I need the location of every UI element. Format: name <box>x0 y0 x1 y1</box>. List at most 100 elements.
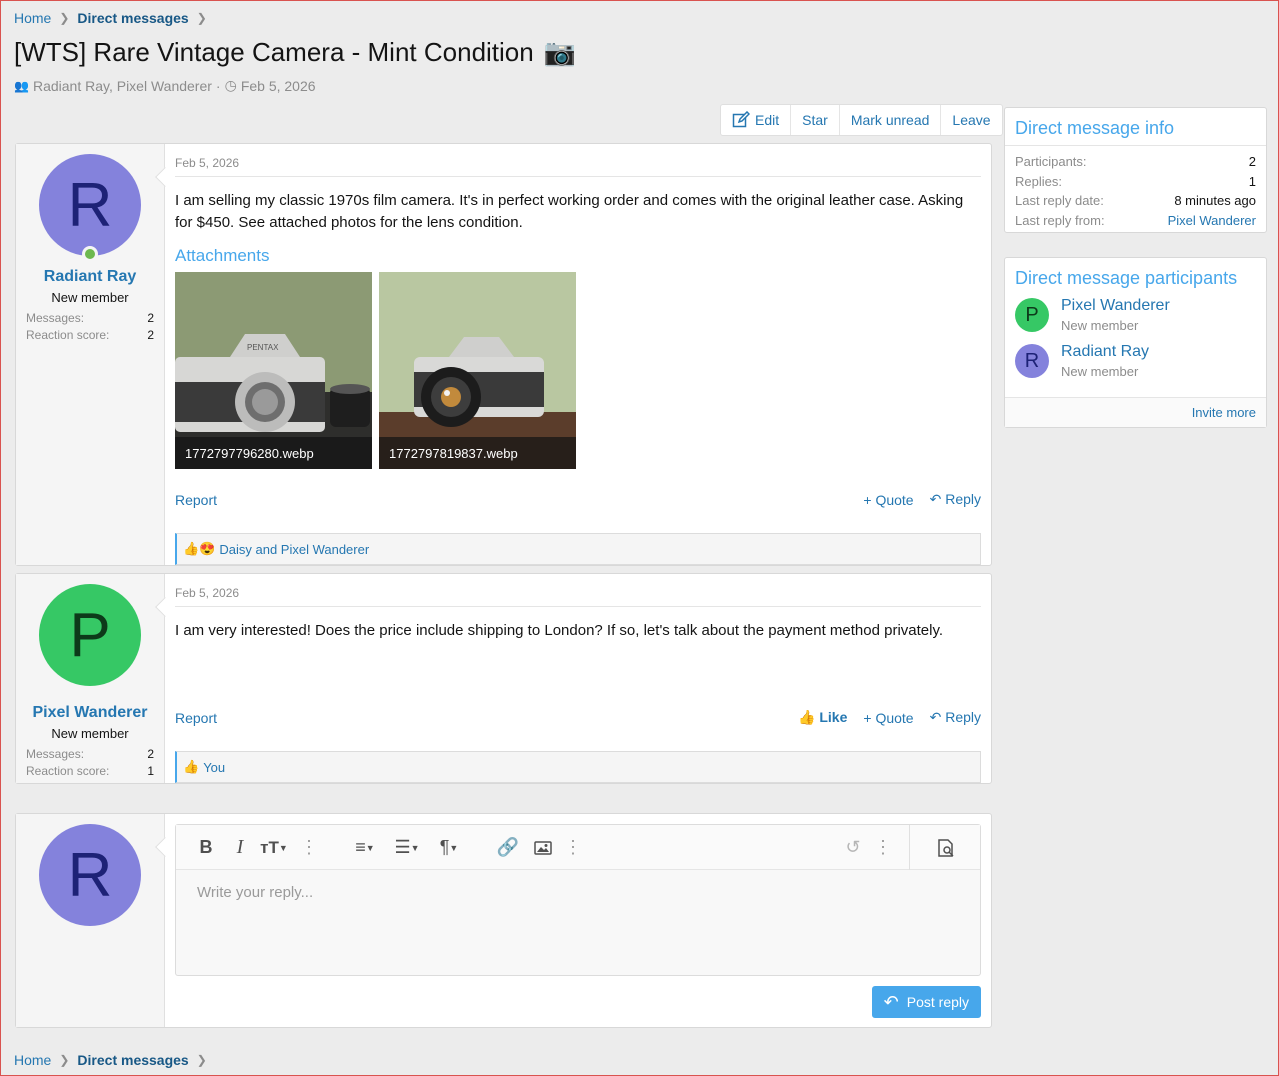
participant-name[interactable]: Pixel Wanderer <box>1061 297 1170 315</box>
user-title: New member <box>51 290 129 305</box>
info-row: Participants: 2 <box>1015 154 1256 169</box>
report-link[interactable]: Report <box>175 710 217 726</box>
star-button[interactable]: Star <box>790 105 839 135</box>
breadcrumb-direct-messages[interactable]: Direct messages <box>77 10 188 26</box>
participant-item: P Pixel Wanderer New member <box>1005 297 1266 333</box>
dm-participants-block: Direct message participants P Pixel Wand… <box>1004 257 1267 428</box>
user-stats: Messages: 2 Reaction score: 1 <box>26 747 154 778</box>
message-body: I am very interested! Does the price inc… <box>175 622 944 639</box>
thread-date: Feb 5, 2026 <box>240 77 316 94</box>
last-reply-user-link[interactable]: Pixel Wanderer <box>1168 211 1256 231</box>
message-user-cell: R Radiant Ray New member Messages: 2 Reac… <box>16 144 175 565</box>
edit-icon <box>732 111 750 128</box>
info-row: Last reply from: Pixel Wanderer <box>1005 211 1266 231</box>
reply-icon: ↶ <box>883 991 899 1012</box>
invite-more-link[interactable]: Invite more <box>1192 405 1256 420</box>
message-date[interactable]: Feb 5, 2026 <box>175 156 981 177</box>
thread-participants: Radiant Ray, Pixel Wanderer <box>32 77 212 94</box>
reply-editor: B I тT ▼ ⋮ ≡ ▼ ☰ ▼ ¶ ▼ 🔗 ⋮ ↺ ⋮ Write your r <box>175 824 981 976</box>
link-icon[interactable]: 🔗 <box>496 825 520 870</box>
thread-actions: Edit Star Mark unread Leave <box>720 104 1003 136</box>
camera-emoji: 📷 <box>543 37 577 67</box>
dm-info-title: Direct message info <box>1005 108 1266 146</box>
avatar: R <box>39 824 141 926</box>
page-title: [WTS] Rare Vintage Camera - Mint Conditi… <box>14 37 576 68</box>
like-button[interactable]: 👍 Like <box>798 709 847 726</box>
chevron-right-icon: ❯ <box>196 1053 207 1067</box>
thread-title: [WTS] Rare Vintage Camera - Mint Conditi… <box>14 37 534 67</box>
username[interactable]: Pixel Wanderer <box>16 704 164 722</box>
more-vertical-icon[interactable]: ⋮ <box>564 825 582 870</box>
reply-icon: ↶ <box>929 491 946 507</box>
breadcrumb-direct-messages[interactable]: Direct messages <box>77 1052 188 1068</box>
chevron-right-icon: ❯ <box>59 1053 70 1067</box>
clock-icon: ◷ <box>224 77 237 93</box>
mark-unread-button[interactable]: Mark unread <box>838 105 941 135</box>
attachment-filename: 1772797819837.webp <box>379 437 576 469</box>
avatar[interactable]: P <box>1015 298 1049 332</box>
reply-button[interactable]: ↶ Reply <box>930 709 981 726</box>
message-2: P Pixel Wanderer New member Messages: 2 R… <box>15 573 992 784</box>
reactions-bar[interactable]: 👍 You <box>175 751 981 783</box>
quote-button[interactable]: + Quote <box>863 710 913 726</box>
reactions-text[interactable]: You <box>203 760 225 775</box>
attachment-thumbnail[interactable]: 1772797819837.webp <box>379 272 576 469</box>
avatar[interactable]: R <box>39 154 141 262</box>
bold-icon[interactable]: B <box>194 825 218 870</box>
dm-participants-title: Direct message participants <box>1015 268 1238 288</box>
online-status-icon <box>82 246 98 262</box>
participant-name[interactable]: Radiant Ray <box>1061 343 1149 361</box>
message-1: R Radiant Ray New member Messages: 2 Reac… <box>15 143 992 566</box>
leave-button[interactable]: Leave <box>940 105 1001 135</box>
report-link[interactable]: Report <box>175 492 217 508</box>
paragraph-icon[interactable]: ¶ ▼ <box>432 825 466 870</box>
preview-icon[interactable] <box>909 825 981 870</box>
align-icon[interactable]: ☰ ▼ <box>390 825 424 870</box>
message-actions: Report + Quote ↶ Reply <box>175 491 981 508</box>
undo-icon[interactable]: ↺ <box>841 825 865 870</box>
plus-icon: + <box>863 709 876 726</box>
reply-placeholder: Write your reply... <box>197 884 314 901</box>
list-icon[interactable]: ≡ ▼ <box>348 825 382 870</box>
avatar[interactable]: R <box>1015 344 1049 378</box>
quote-button[interactable]: + Quote <box>863 492 913 508</box>
info-row: Replies: 1 <box>1015 173 1256 189</box>
breadcrumb-home[interactable]: Home <box>14 1052 51 1068</box>
more-vertical-icon[interactable]: ⋮ <box>874 825 892 870</box>
message-content: Feb 5, 2026 I am selling my classic 1970… <box>165 144 991 565</box>
attachment-thumbnail[interactable]: PENTAX 1772797796280.webp <box>175 272 372 469</box>
participant-title: New member <box>1061 318 1139 333</box>
reply-button[interactable]: ↶ Reply <box>930 491 981 508</box>
plus-icon: + <box>863 491 876 508</box>
more-vertical-icon[interactable]: ⋮ <box>300 825 318 870</box>
participant-title: New member <box>1061 364 1139 379</box>
users-icon: 👥 <box>14 78 29 93</box>
reactions-text[interactable]: Daisy and Pixel Wanderer <box>219 542 369 557</box>
message-content: Feb 5, 2026 I am very interested! Does t… <box>165 574 991 783</box>
image-icon[interactable] <box>530 825 556 870</box>
dm-info-block: Direct message info Participants: 2 Repli… <box>1004 107 1267 233</box>
svg-text:PENTAX: PENTAX <box>247 343 279 352</box>
message-user-cell: P Pixel Wanderer New member Messages: 2 R… <box>16 574 175 783</box>
breadcrumb: Home ❯ Direct messages ❯ <box>14 10 207 26</box>
edit-button[interactable]: Edit <box>721 105 790 135</box>
reaction-emojis: 👍 <box>183 759 200 774</box>
participant-item: R Radiant Ray New member <box>1005 343 1266 379</box>
post-reply-button[interactable]: ↶ Post reply <box>871 986 981 1018</box>
username[interactable]: Radiant Ray <box>16 268 164 286</box>
reply-user-cell: R <box>16 814 175 1027</box>
attachments-list: PENTAX 1772797796280.webp 1772797819837.… <box>175 272 981 469</box>
quick-reply: R B I тT ▼ ⋮ ≡ ▼ ☰ ▼ ¶ ▼ 🔗 ⋮ ↺ ⋮ Write y… <box>15 813 992 1028</box>
reactions-bar[interactable]: 👍😍 Daisy and Pixel Wanderer <box>175 533 981 565</box>
avatar[interactable]: P <box>39 584 141 686</box>
italic-icon[interactable]: I <box>228 825 252 870</box>
attachments-title: Attachments <box>175 246 270 265</box>
reply-icon: ↶ <box>929 709 946 725</box>
message-body: I am selling my classic 1970s film camer… <box>175 192 964 231</box>
reply-input[interactable]: Write your reply... <box>176 870 980 975</box>
breadcrumb-home[interactable]: Home <box>14 10 51 26</box>
text-size-icon[interactable]: тT ▼ <box>256 825 292 870</box>
thumbs-up-icon: 👍 <box>798 709 820 725</box>
message-date[interactable]: Feb 5, 2026 <box>175 586 981 607</box>
breadcrumb-bottom: Home ❯ Direct messages ❯ <box>14 1052 207 1068</box>
